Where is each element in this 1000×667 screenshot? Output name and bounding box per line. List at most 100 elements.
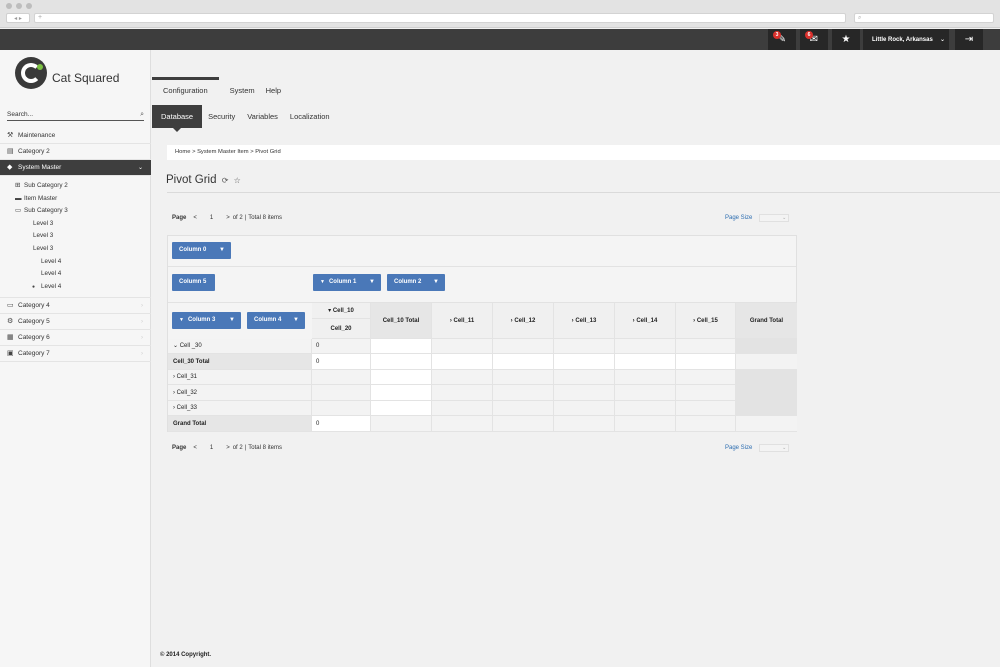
pivot-cell[interactable]: [371, 370, 432, 385]
row-header-1[interactable]: ⌄ Cell _30: [168, 339, 312, 354]
col-header-cell-12[interactable]: › Cell_12: [493, 303, 554, 339]
pivot-cell[interactable]: [615, 339, 676, 354]
row-header-3[interactable]: › Cell_31: [168, 370, 312, 385]
pivot-cell[interactable]: [676, 339, 736, 354]
sub-item-level-4[interactable]: Level 4: [0, 256, 151, 269]
col-header-grand-total[interactable]: Grand Total: [736, 303, 797, 339]
location-dropdown[interactable]: Little Rock, Arkansas ⌄: [863, 29, 949, 50]
pager-next-button[interactable]: >: [226, 445, 230, 451]
pivot-cell[interactable]: [736, 385, 797, 401]
page-size-select[interactable]: ⌄: [759, 444, 790, 452]
pivot-cell[interactable]: [615, 401, 676, 416]
pivot-cell[interactable]: [432, 339, 493, 354]
pivot-cell[interactable]: [493, 416, 554, 432]
pivot-cell[interactable]: [676, 354, 736, 370]
pager-next-button[interactable]: >: [226, 215, 230, 221]
row-header-5[interactable]: › Cell_33: [168, 401, 312, 416]
tab-variables[interactable]: Variables: [241, 105, 284, 128]
row-header-4[interactable]: › Cell_32: [168, 385, 312, 401]
pivot-cell[interactable]: [371, 401, 432, 416]
maximize-dot[interactable]: [26, 3, 32, 9]
pivot-cell[interactable]: [554, 370, 615, 385]
browser-search[interactable]: ⌕: [854, 13, 994, 23]
pivot-cell[interactable]: [312, 401, 371, 416]
filter-icon[interactable]: ▼: [219, 242, 225, 259]
pivot-cell[interactable]: [312, 385, 371, 401]
logout-button[interactable]: ⇥: [955, 29, 983, 50]
pager-page-input[interactable]: 1: [210, 215, 213, 221]
sidebar-item-maintenance[interactable]: ⚒ Maintenance: [0, 128, 151, 144]
pager-page-input[interactable]: 1: [210, 445, 213, 451]
pivot-cell[interactable]: [432, 401, 493, 416]
sub-item-sub-category-3[interactable]: ▭ Sub Category 3: [0, 205, 151, 218]
filter-icon[interactable]: ▼: [369, 274, 375, 291]
breadcrumb[interactable]: Home > System Master Item > Pivot Grid: [167, 145, 1000, 160]
col-header-cell-11[interactable]: › Cell_11: [432, 303, 493, 339]
col-header-cell-14[interactable]: › Cell_14: [615, 303, 676, 339]
pivot-cell[interactable]: [736, 354, 797, 370]
chevron-down-icon[interactable]: ⌄: [173, 343, 180, 349]
tab-security[interactable]: Security: [202, 105, 241, 128]
sort-icon[interactable]: ▼: [433, 274, 439, 291]
pivot-cell[interactable]: 0: [312, 339, 371, 354]
pivot-cell[interactable]: [493, 370, 554, 385]
col-header-cell-15[interactable]: › Cell_15: [676, 303, 736, 339]
pivot-cell[interactable]: [493, 385, 554, 401]
pivot-cell[interactable]: [615, 385, 676, 401]
row-chip-column-3[interactable]: ▼ Column 3 ▼: [172, 312, 241, 329]
sub-item-level-4[interactable]: Level 4: [0, 268, 151, 281]
sidebar-item-category-2[interactable]: ▤ Category 2: [0, 144, 151, 160]
col-header-cell-10-total[interactable]: Cell_10 Total: [371, 303, 432, 339]
sort-icon[interactable]: ▼: [293, 312, 299, 329]
star-outline-icon[interactable]: ☆: [234, 176, 241, 185]
pivot-cell[interactable]: [736, 370, 797, 385]
tab-localization[interactable]: Localization: [284, 105, 336, 128]
pivot-cell[interactable]: [493, 339, 554, 354]
pivot-cell[interactable]: [432, 354, 493, 370]
pivot-cell[interactable]: 0: [312, 354, 371, 370]
close-dot[interactable]: [6, 3, 12, 9]
pager-prev-button[interactable]: <: [193, 445, 197, 451]
tasks-button[interactable]: ✎ 3: [768, 29, 796, 50]
filter-chip-column-0[interactable]: Column 0 ▼: [172, 242, 231, 259]
window-controls[interactable]: [6, 3, 32, 9]
refresh-icon[interactable]: ⟳: [222, 176, 229, 185]
data-chip-column-5[interactable]: Column 5: [172, 274, 215, 291]
sidebar-item-category-5[interactable]: ⚙ Category 5 ›: [0, 314, 151, 331]
pivot-cell[interactable]: [736, 339, 797, 354]
row-chip-column-4[interactable]: Column 4 ▼: [247, 312, 305, 329]
pivot-cell[interactable]: [554, 354, 615, 370]
url-bar[interactable]: +: [34, 13, 846, 23]
pivot-cell[interactable]: [554, 416, 615, 432]
pivot-cell[interactable]: [676, 401, 736, 416]
pivot-cell[interactable]: [554, 401, 615, 416]
pivot-cell[interactable]: [615, 354, 676, 370]
pivot-cell[interactable]: [493, 354, 554, 370]
sub-item-level-4-active[interactable]: ● Level 4: [0, 281, 151, 294]
pager-prev-button[interactable]: <: [193, 215, 197, 221]
favorites-button[interactable]: ★: [832, 29, 860, 50]
sidebar-item-category-7[interactable]: ▣ Category 7 ›: [0, 346, 151, 363]
pivot-cell[interactable]: [432, 416, 493, 432]
sub-item-item-master[interactable]: ▬ Item Master: [0, 193, 151, 206]
sub-item-level-3[interactable]: Level 3: [0, 243, 151, 256]
pivot-cell[interactable]: [554, 339, 615, 354]
sidebar-item-category-6[interactable]: ▦ Category 6 ›: [0, 330, 151, 347]
logo[interactable]: [15, 57, 47, 89]
tab-database[interactable]: Database: [152, 105, 203, 132]
browser-nav-buttons[interactable]: ◂ ▸: [6, 13, 30, 23]
pivot-cell[interactable]: [615, 416, 676, 432]
pivot-cell[interactable]: [615, 370, 676, 385]
messages-button[interactable]: ✉ 6: [800, 29, 828, 50]
column-chip-column-2[interactable]: Column 2 ▼: [387, 274, 445, 291]
sub-item-sub-category-2[interactable]: ⊞ Sub Category 2: [0, 180, 151, 193]
pivot-cell[interactable]: [493, 401, 554, 416]
pivot-cell[interactable]: [736, 401, 797, 416]
pivot-cell[interactable]: [676, 416, 736, 432]
filter-icon[interactable]: ▼: [229, 312, 235, 329]
pivot-cell[interactable]: [736, 416, 797, 432]
sidebar-item-category-4[interactable]: ▭ Category 4 ›: [0, 298, 151, 315]
menu-help[interactable]: Help: [266, 77, 292, 101]
sidebar-item-system-master[interactable]: ◆ System Master ⌄: [0, 160, 151, 176]
pivot-cell[interactable]: [371, 354, 432, 370]
